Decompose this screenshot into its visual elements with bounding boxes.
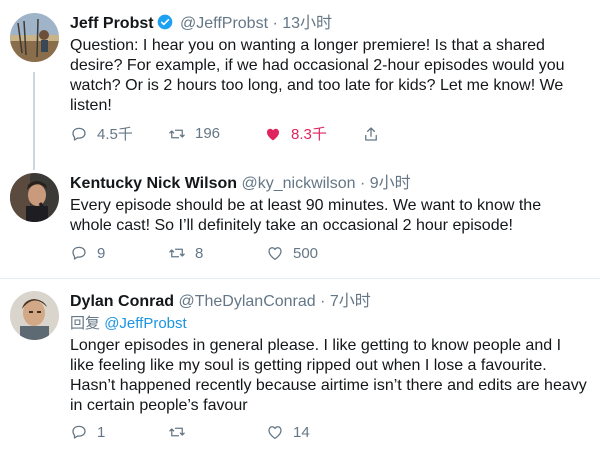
like-icon: [268, 247, 282, 261]
tweet-header: Dylan Conrad @TheDylanConrad · 7小时: [70, 292, 592, 312]
separator-dot: ·: [359, 175, 366, 192]
like-icon: [268, 426, 282, 440]
reply-icon: [72, 127, 86, 141]
tweet-text: Question: I hear you on wanting a longer…: [70, 37, 565, 114]
retweet-button[interactable]: 8: [168, 244, 266, 262]
like-count: 8.3千: [291, 126, 327, 143]
reply-button[interactable]: 1: [70, 423, 168, 441]
retweet-icon: [169, 129, 185, 138]
retweet-count: 8: [195, 244, 204, 262]
share-icon: [365, 126, 377, 141]
tweet-text: Every episode should be at least 90 minu…: [70, 197, 542, 234]
avatar-dylan-conrad[interactable]: [10, 291, 59, 340]
reply-icon: [72, 246, 86, 260]
reply-count: 1: [97, 423, 106, 441]
tweet-text: Longer episodes in general please. I lik…: [70, 337, 587, 414]
tweet-header: Jeff Probst @JeffProbst · 13小时: [70, 14, 592, 34]
reply-icon: [72, 425, 86, 439]
user-handle[interactable]: @JeffProbst: [180, 15, 268, 32]
user-handle[interactable]: @TheDylanConrad: [178, 293, 315, 310]
timestamp[interactable]: 13小时: [282, 15, 332, 32]
reply-count: 9: [97, 244, 106, 262]
tweet-kentucky-nick-wilson[interactable]: Kentucky Nick Wilson @ky_nickwilson · 9小…: [0, 168, 600, 278]
retweet-button[interactable]: 196: [168, 125, 264, 143]
tweet-dylan-conrad[interactable]: Dylan Conrad @TheDylanConrad · 7小时 回复 @J…: [0, 279, 600, 462]
tweet-header: Kentucky Nick Wilson @ky_nickwilson · 9小…: [70, 174, 592, 194]
reply-context: 回复 @JeffProbst: [70, 314, 592, 334]
retweet-icon: [169, 427, 185, 437]
avatar-jeff-probst[interactable]: [10, 13, 59, 62]
share-button[interactable]: [362, 125, 392, 143]
like-count: 500: [293, 244, 319, 262]
reply-button[interactable]: 4.5千: [70, 123, 168, 144]
tweet-jeff-probst[interactable]: Jeff Probst @JeffProbst · 13小时 Question:…: [0, 0, 600, 170]
thread-line: [33, 72, 35, 170]
user-handle[interactable]: @ky_nickwilson: [241, 175, 355, 192]
verified-icon: [157, 14, 173, 30]
like-icon: [267, 128, 279, 140]
separator-dot: ·: [320, 293, 326, 310]
timestamp[interactable]: 7小时: [330, 293, 371, 310]
reply-button[interactable]: 9: [70, 244, 168, 262]
reply-count: 4.5千: [97, 126, 133, 143]
display-name[interactable]: Kentucky Nick Wilson: [70, 175, 237, 192]
retweet-count: 196: [195, 125, 221, 142]
like-count: 14: [293, 423, 310, 441]
like-button[interactable]: 14: [266, 423, 364, 441]
like-button[interactable]: 500: [266, 244, 364, 262]
timestamp[interactable]: 9小时: [370, 175, 411, 192]
display-name[interactable]: Jeff Probst: [70, 15, 154, 32]
retweet-button[interactable]: [168, 423, 266, 441]
avatar-kentucky-nick-wilson[interactable]: [10, 173, 59, 222]
retweet-icon: [169, 248, 185, 258]
separator-dot: ·: [272, 15, 278, 32]
reply-label: 回复: [70, 315, 101, 332]
display-name[interactable]: Dylan Conrad: [70, 293, 174, 310]
reply-mention-link[interactable]: @JeffProbst: [104, 315, 187, 332]
like-button[interactable]: 8.3千: [264, 123, 362, 144]
